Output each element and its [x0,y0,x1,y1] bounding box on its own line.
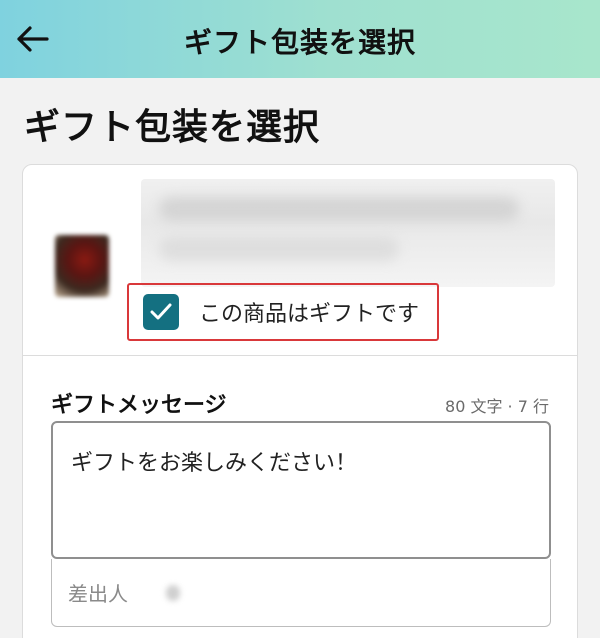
sender-input[interactable]: 差出人 [51,559,551,627]
divider [23,355,577,356]
checkmark-icon [150,303,172,320]
gift-checkbox-label: この商品はギフトです [199,302,420,327]
page-title: ギフト包装を選択 [24,107,321,148]
sender-value-blurred [166,584,180,601]
arrow-left-icon [17,26,49,52]
product-title-blurred [141,179,555,287]
app-bar-title: ギフト包装を選択 [183,26,416,59]
gift-checkbox[interactable] [143,294,179,330]
gift-message-input[interactable]: ギフトをお楽しみください！ [51,421,551,559]
back-button[interactable] [14,24,50,54]
gift-checkbox-row[interactable]: この商品はギフトです [127,283,439,341]
gift-message-label: ギフトメッセージ [51,393,227,418]
gift-card: この商品はギフトです ギフトメッセージ 80 文字 · 7 行 ギフトをお楽しみ… [22,164,578,638]
sender-label: 差出人 [68,582,128,606]
gift-message-limit: 80 文字 · 7 行 [445,397,549,416]
app-bar: ギフト包装を選択 [0,0,600,78]
product-image [55,235,109,297]
